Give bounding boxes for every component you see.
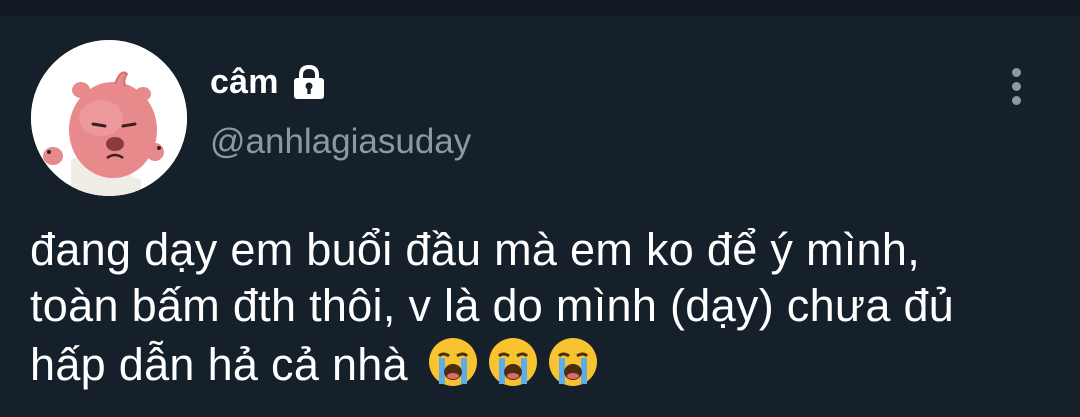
top-bar xyxy=(0,0,1080,16)
author-display-name[interactable]: câm xyxy=(210,63,279,102)
loudly-crying-face-icon xyxy=(548,338,597,386)
author-name-row: câm xyxy=(210,62,329,102)
author-handle[interactable]: @anhlagiasuday xyxy=(210,122,471,162)
loudly-crying-face-icon xyxy=(428,338,477,386)
tweet-text: đang dạy em buổi đầu mà em ko để ý mình,… xyxy=(30,222,1070,393)
tweet-line: toàn bấm đth thôi, v là do mình (dạy) ch… xyxy=(30,280,955,331)
tweet-line-text: hấp dẫn hả cả nhà xyxy=(30,339,408,390)
avatar-image xyxy=(31,40,187,196)
tweet-line: đang dạy em buổi đầu mà em ko để ý mình, xyxy=(30,224,921,275)
lock-icon xyxy=(289,64,329,99)
more-vertical-icon[interactable] xyxy=(1004,68,1028,112)
avatar[interactable] xyxy=(31,40,187,196)
tweet-line: hấp dẫn hả cả nhà xyxy=(30,334,1070,393)
loudly-crying-face-icon xyxy=(488,338,537,386)
